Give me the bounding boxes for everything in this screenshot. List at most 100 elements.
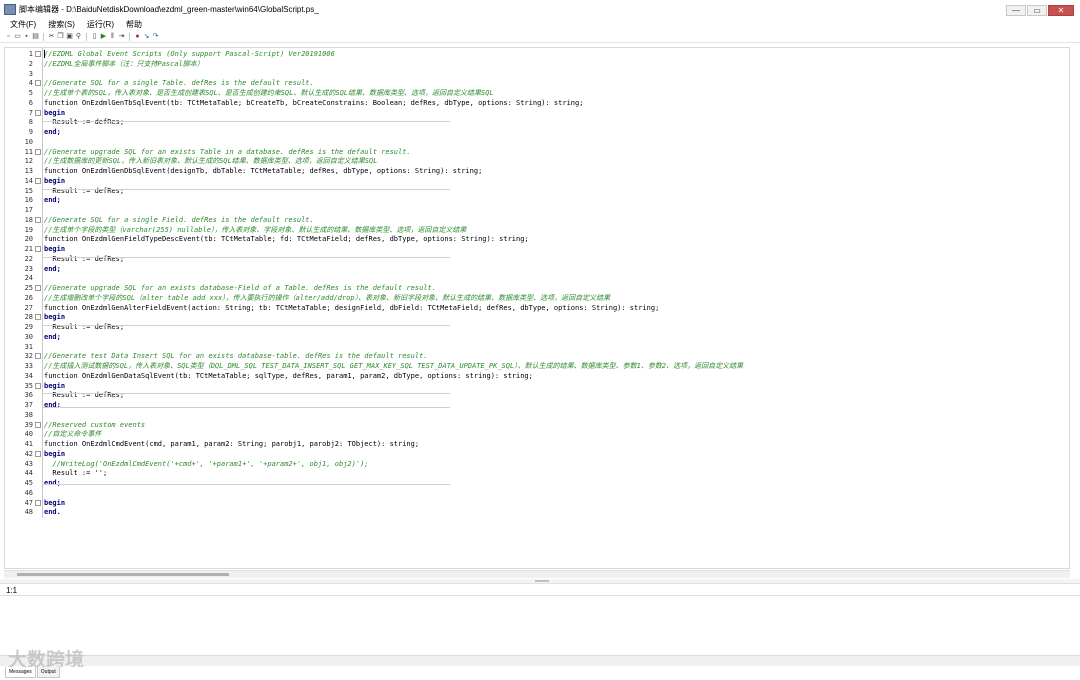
code-line[interactable]: 15 Result := defRes; [5, 187, 1065, 196]
find-icon[interactable]: ⚲ [75, 33, 82, 40]
code-line[interactable]: 25 //Generate upgrade SQL for an exists d… [5, 284, 1065, 293]
code-text: begin [44, 498, 66, 507]
fold-toggle-icon[interactable] [35, 353, 41, 360]
code-line[interactable]: 23 end; [5, 265, 1065, 274]
code-line[interactable]: 1 //EZDML Global Event Scripts (Only supp… [5, 50, 1065, 59]
code-line[interactable]: 19 //生成单个字段的类型（varchar(255) nullable），传入表… [5, 226, 1065, 235]
code-line[interactable]: 31 [5, 343, 1065, 352]
fold-toggle-icon[interactable] [35, 421, 41, 428]
code-line[interactable]: 8 Result := defRes; [5, 118, 1065, 127]
editor-horizontal-scrollbar[interactable] [4, 570, 1070, 578]
line-number: 4 [28, 79, 33, 88]
breakpoint-icon[interactable]: ● [134, 33, 141, 40]
fold-toggle-icon[interactable] [35, 499, 41, 506]
code-line[interactable]: 34 function OnEzdmlGenDataSqlEvent(tb: TC… [5, 372, 1065, 381]
save-icon[interactable]: ▪ [23, 33, 30, 40]
cut-icon[interactable]: ✂ [48, 33, 55, 40]
tab-output[interactable]: Output [36, 667, 60, 678]
print-icon[interactable]: ▤ [32, 33, 39, 40]
code-line[interactable]: 48 end. [5, 508, 1065, 517]
code-line[interactable]: 18 //Generate SQL for a single Field. def… [5, 216, 1065, 225]
code-line[interactable]: 5 //生成单个表的SQL，传入表对象、是否生成创建表SQL、是否生成创建约束SQ… [5, 89, 1065, 98]
new-file-icon[interactable]: ▫ [5, 33, 12, 40]
code-line[interactable]: 21 begin [5, 245, 1065, 254]
step-icon[interactable]: ⇥ [118, 33, 125, 40]
code-line[interactable]: 26 //生成增删改单个字段的SQL（alter table add xxx），传… [5, 294, 1065, 303]
code-line[interactable]: 12 //生成数据库的更新SQL，传入新旧表对象、默认生成的SQL结果、数据库类型… [5, 157, 1065, 166]
fold-toggle-icon[interactable] [35, 382, 41, 389]
code-line[interactable]: 10 [5, 138, 1065, 147]
open-folder-icon[interactable]: ▭ [14, 33, 21, 40]
code-line[interactable]: 27 function OnEzdmlGenAlterFieldEvent(act… [5, 304, 1065, 313]
line-number: 12 [24, 157, 33, 166]
minimize-button[interactable]: — [1006, 5, 1026, 16]
compile-icon[interactable]: ▯ [91, 33, 98, 40]
code-line[interactable]: 3 [5, 70, 1065, 79]
menu-bar: 文件(F) 搜索(S) 运行(R) 帮助 [0, 19, 1080, 31]
fold-toggle-icon[interactable] [35, 246, 41, 252]
menu-run[interactable]: 运行(R) [87, 19, 114, 31]
code-line[interactable]: 46 [5, 489, 1065, 498]
code-line[interactable]: 35 begin [5, 382, 1065, 391]
step-into-icon[interactable]: ↘ [143, 33, 150, 40]
fold-toggle-icon[interactable] [35, 314, 41, 321]
code-line[interactable]: 11 //Generate upgrade SQL for an exists T… [5, 148, 1065, 157]
fold-toggle-icon[interactable] [35, 450, 41, 457]
code-line[interactable]: 32 //Generate test Data Insert SQL for an… [5, 352, 1065, 361]
fold-toggle-icon[interactable] [35, 51, 41, 57]
code-line[interactable]: 47 begin [5, 499, 1065, 508]
code-line[interactable]: 30 end; [5, 333, 1065, 342]
line-number: 9 [28, 128, 33, 136]
fold-toggle-icon[interactable] [35, 285, 41, 291]
maximize-button[interactable]: ▭ [1027, 5, 1047, 16]
code-line[interactable]: 42 begin [5, 450, 1065, 459]
code-line[interactable]: 41 function OnEzdmlCmdEvent(cmd, param1, … [5, 440, 1065, 449]
code-line[interactable]: 24 [5, 274, 1065, 283]
code-text: end; [44, 401, 61, 409]
code-text: //Generate upgrade SQL for an exists dat… [44, 284, 436, 292]
code-line[interactable]: 9 end; [5, 128, 1065, 137]
code-line[interactable]: 38 [5, 411, 1065, 420]
code-line[interactable]: 20 function OnEzdmlGenFieldTypeDescEvent(… [5, 235, 1065, 244]
code-line[interactable]: 43 //WriteLog('OnEzdmlCmdEvent('+cmd+', … [5, 460, 1065, 469]
code-line[interactable]: 37 end; [5, 401, 1065, 410]
code-line[interactable]: 7 begin [5, 109, 1065, 118]
code-line[interactable]: 40 //自定义命令事件 [5, 430, 1065, 439]
code-editor[interactable]: 1 //EZDML Global Event Scripts (Only supp… [4, 47, 1070, 569]
step-over-icon[interactable]: ↷ [152, 33, 159, 40]
scrollbar-thumb[interactable] [17, 573, 229, 576]
paste-icon[interactable]: ▣ [66, 33, 73, 40]
code-line[interactable]: 33 //生成插入测试数据的SQL，传入表对象、SQL类型（DQL_DML_SQL… [5, 362, 1065, 371]
code-line[interactable]: 6 function OnEzdmlGenTbSqlEvent(tb: TCtMe… [5, 99, 1065, 108]
close-button[interactable]: ✕ [1048, 5, 1074, 16]
menu-search[interactable]: 搜索(S) [48, 19, 75, 31]
run-icon[interactable]: ▶ [100, 33, 107, 40]
pause-icon[interactable]: ‖ [109, 33, 116, 40]
menu-help[interactable]: 帮助 [126, 19, 142, 31]
tab-messages[interactable]: Messages [5, 667, 36, 678]
code-text: end; [44, 332, 61, 341]
code-line[interactable]: 2 //EZDML全局事件脚本（注：只支持Pascal脚本） [5, 60, 1065, 69]
code-line[interactable]: 13 function OnEzdmlGenDbSqlEvent(designTb… [5, 167, 1065, 176]
menu-file[interactable]: 文件(F) [10, 19, 36, 31]
code-line[interactable]: 39 //Reserved custom events [5, 421, 1065, 430]
toolbar: ▫ ▭ ▪ ▤ ✂ ❐ ▣ ⚲ ▯ ▶ ‖ ⇥ ● ↘ ↷ [0, 31, 1080, 43]
line-number: 43 [24, 459, 33, 468]
fold-toggle-icon[interactable] [35, 177, 41, 184]
code-line[interactable]: 14 begin [5, 177, 1065, 186]
copy-icon[interactable]: ❐ [57, 33, 64, 40]
code-line[interactable]: 16 end; [5, 196, 1065, 205]
code-line[interactable]: 17 [5, 206, 1065, 215]
code-line[interactable]: 44 Result := ''; [5, 469, 1065, 478]
line-number: 25 [24, 284, 33, 292]
fold-toggle-icon[interactable] [35, 80, 41, 87]
code-line[interactable]: 28 begin [5, 313, 1065, 322]
messages-horizontal-scrollbar[interactable] [0, 655, 1080, 666]
fold-toggle-icon[interactable] [35, 216, 41, 223]
line-number: 15 [24, 186, 33, 195]
code-line[interactable]: 4 //Generate SQL for a single Table. defR… [5, 79, 1065, 88]
line-number: 41 [24, 440, 33, 448]
splitter-grip[interactable] [535, 580, 549, 582]
fold-toggle-icon[interactable] [35, 109, 41, 116]
fold-toggle-icon[interactable] [35, 148, 41, 155]
